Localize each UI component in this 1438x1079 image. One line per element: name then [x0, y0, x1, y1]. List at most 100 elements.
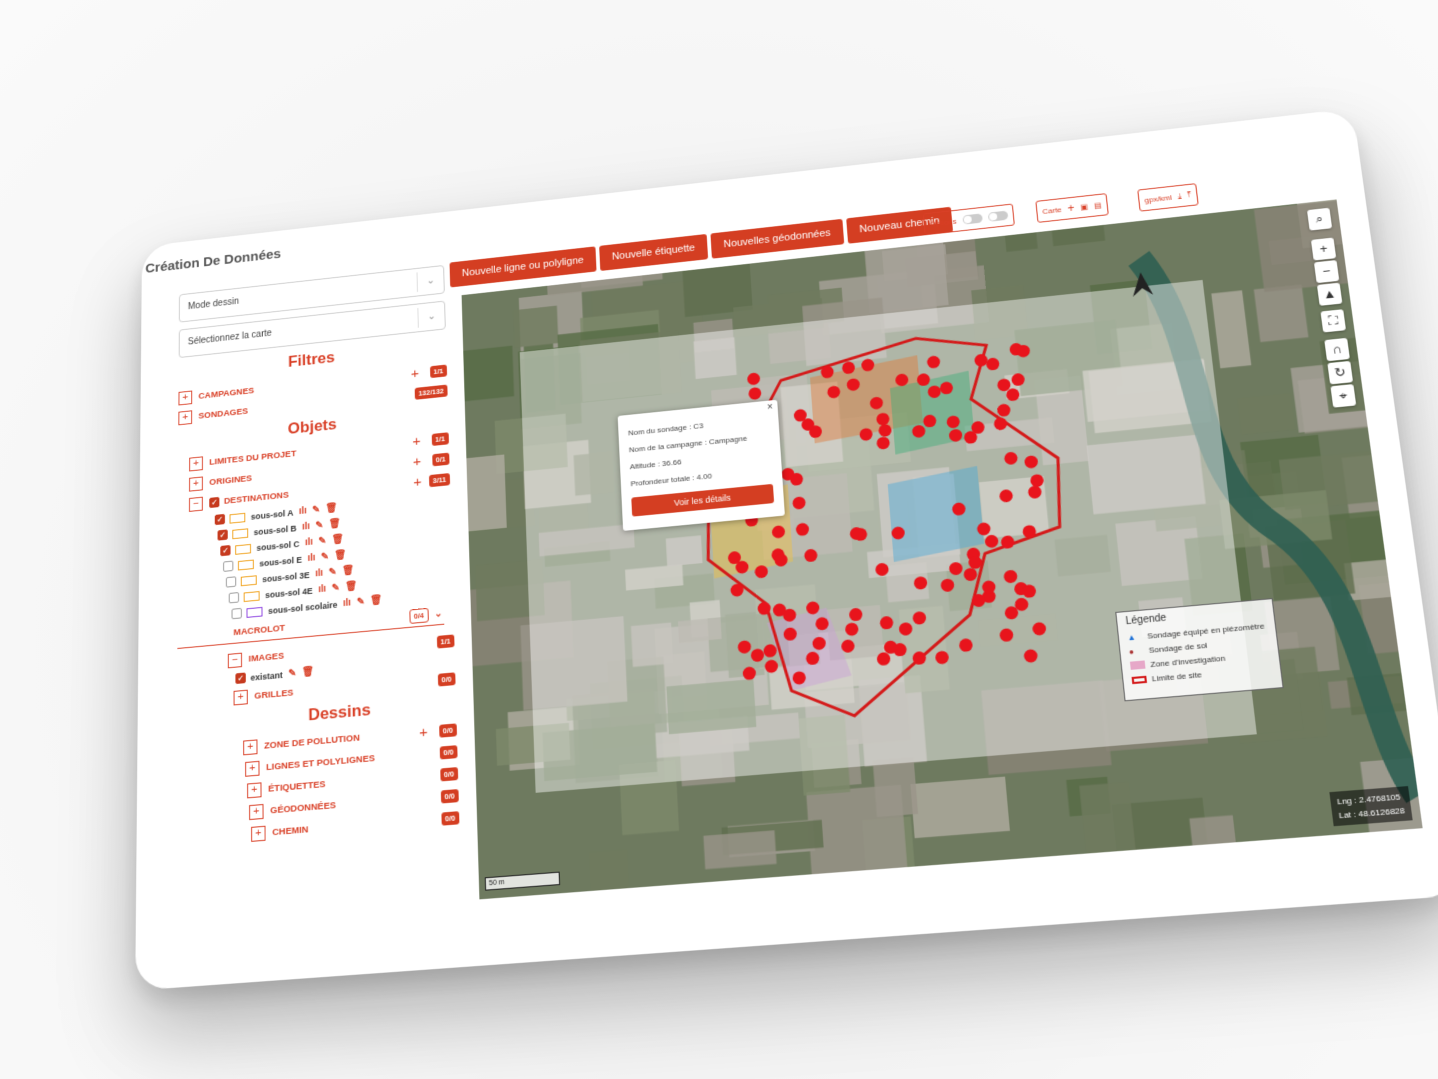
add-icon[interactable]: + [413, 453, 422, 470]
expand-icon[interactable]: + [243, 738, 258, 755]
triangle-icon: ▲ [1126, 632, 1137, 642]
filter-label: SONDAGES [198, 405, 249, 421]
aerial-block [1211, 290, 1252, 369]
map-legend: Légende ▲ Sondage équipé en piézomètre ● S… [1115, 598, 1284, 702]
aerial-block [1079, 781, 1137, 863]
pin-icon[interactable]: ⌖ [1330, 384, 1357, 408]
zoom-in-button[interactable]: + [1310, 237, 1337, 261]
objet-label: GRILLES [254, 687, 294, 702]
expand-icon[interactable]: + [178, 409, 193, 425]
layer-checkbox[interactable] [231, 607, 242, 620]
popup-profondeur: Profondeur totale : 4.00 [630, 471, 713, 489]
new-geodata-button[interactable]: Nouvelles géodonnées [710, 218, 845, 259]
expand-icon[interactable]: + [189, 455, 203, 471]
chart-icon[interactable]: ılı [305, 537, 313, 548]
fullscreen-icon[interactable]: ⛶ [1320, 309, 1347, 333]
dessin-label: CHEMIN [272, 823, 309, 838]
trash-icon[interactable]: 🗑 [335, 550, 347, 562]
layer-color-swatch [240, 574, 257, 586]
details-button[interactable]: Voir les détails [631, 483, 775, 517]
trash-icon[interactable]: 🗑 [345, 581, 357, 593]
add-icon[interactable]: + [419, 723, 428, 741]
new-polyline-button[interactable]: Nouvelle ligne ou polyligne [449, 246, 597, 288]
save-icon[interactable]: ▣ [1080, 202, 1088, 211]
layer-label: sous-sol E [259, 554, 303, 568]
map-select-placeholder: Sélectionnez la carte [187, 328, 272, 348]
close-icon[interactable]: × [767, 402, 773, 413]
pencil-icon[interactable]: ✎ [329, 567, 337, 578]
pencil-icon[interactable]: ✎ [312, 505, 320, 516]
layer-checkbox[interactable] [225, 576, 237, 588]
map-view[interactable]: ⌕ + − ▲ ⛶ ∩ ↻ ⌖ × Nom du sondage : C3 No… [461, 199, 1423, 900]
chevron-down-icon[interactable]: ⌄ [417, 305, 445, 328]
map-canvas[interactable] [461, 199, 1423, 900]
expand-icon[interactable]: + [249, 803, 264, 820]
add-icon[interactable]: + [1067, 201, 1075, 215]
trash-icon[interactable]: 🗑 [332, 534, 344, 545]
layer-checkbox[interactable]: ✓ [220, 544, 231, 557]
aerial-block [589, 849, 631, 900]
image-icon[interactable]: ▤ [1093, 201, 1101, 210]
aerial-block [513, 305, 559, 348]
destinations-checkbox[interactable]: ✓ [209, 496, 220, 508]
count-badge: 0/0 [440, 788, 459, 804]
existant-checkbox[interactable]: ✓ [235, 672, 246, 685]
layer-color-swatch [237, 559, 254, 571]
layer-checkbox[interactable]: ✓ [214, 513, 225, 526]
layer-checkbox[interactable] [223, 560, 234, 572]
chevron-down-icon[interactable]: ⌄ [434, 608, 442, 619]
expand-icon[interactable]: + [247, 781, 262, 798]
collapse-icon[interactable]: − [227, 652, 243, 668]
add-icon[interactable]: + [412, 433, 421, 450]
dessin-label: GÉODONNÉES [270, 799, 336, 816]
pencil-icon[interactable]: ✎ [288, 668, 296, 679]
chart-icon[interactable]: ılı [308, 553, 316, 564]
expand-icon[interactable]: + [245, 760, 260, 777]
layer-label: sous-sol A [250, 507, 294, 522]
search-icon[interactable]: ⌕ [1306, 207, 1333, 231]
chart-icon[interactable]: ılı [318, 584, 326, 595]
expand-icon[interactable]: + [178, 390, 193, 405]
count-badge: 0/0 [439, 766, 459, 782]
pencil-icon[interactable]: ✎ [357, 596, 365, 607]
site-limit-swatch [1131, 675, 1147, 684]
rotate-icon[interactable]: ↻ [1327, 360, 1354, 385]
new-label-button[interactable]: Nouvelle étiquette [599, 233, 709, 271]
layer-checkbox[interactable]: ✓ [217, 529, 228, 541]
add-icon[interactable]: + [413, 474, 422, 491]
count-badge: 1/1 [429, 364, 448, 378]
expand-icon[interactable]: + [189, 476, 203, 492]
expand-icon[interactable]: + [251, 825, 266, 842]
aerial-block [1237, 393, 1296, 435]
option-toggle-2[interactable] [987, 210, 1008, 222]
option-toggle-1[interactable] [962, 213, 983, 225]
pencil-icon[interactable]: ✎ [321, 551, 329, 562]
trash-icon[interactable]: 🗑 [342, 565, 354, 577]
chart-icon[interactable]: ılı [343, 598, 351, 609]
pencil-icon[interactable]: ✎ [315, 520, 323, 531]
pencil-icon[interactable]: ✎ [318, 536, 326, 547]
trash-icon[interactable]: 🗑 [329, 518, 341, 529]
pencil-icon[interactable]: ✎ [332, 583, 340, 594]
count-badge: 1/1 [436, 633, 455, 649]
trash-icon[interactable]: 🗑 [302, 666, 314, 678]
upload-icon[interactable]: ⤒ [1187, 190, 1192, 200]
chevron-down-icon[interactable]: ⌄ [416, 269, 444, 293]
add-icon[interactable]: + [411, 365, 420, 381]
coordinate-readout: Lng : 2.4768105 Lat : 48.6126828 [1329, 786, 1413, 827]
chart-icon[interactable]: ılı [302, 521, 310, 532]
expand-icon[interactable]: + [233, 689, 248, 705]
objet-label: IMAGES [248, 650, 284, 665]
trash-icon[interactable]: 🗑 [326, 503, 338, 514]
trash-icon[interactable]: 🗑 [370, 595, 382, 607]
options-label: Options [929, 216, 957, 228]
zoom-out-button[interactable]: − [1313, 260, 1340, 284]
chart-icon[interactable]: ılı [299, 506, 307, 517]
magnet-icon[interactable]: ∩ [1324, 337, 1350, 362]
compass-icon[interactable]: ▲ [1316, 282, 1343, 306]
mode-select-value: Mode dessin [187, 296, 239, 312]
download-icon[interactable]: ⤓ [1177, 191, 1182, 201]
collapse-icon[interactable]: − [189, 496, 203, 512]
chart-icon[interactable]: ılı [315, 568, 323, 579]
layer-checkbox[interactable] [228, 592, 240, 604]
